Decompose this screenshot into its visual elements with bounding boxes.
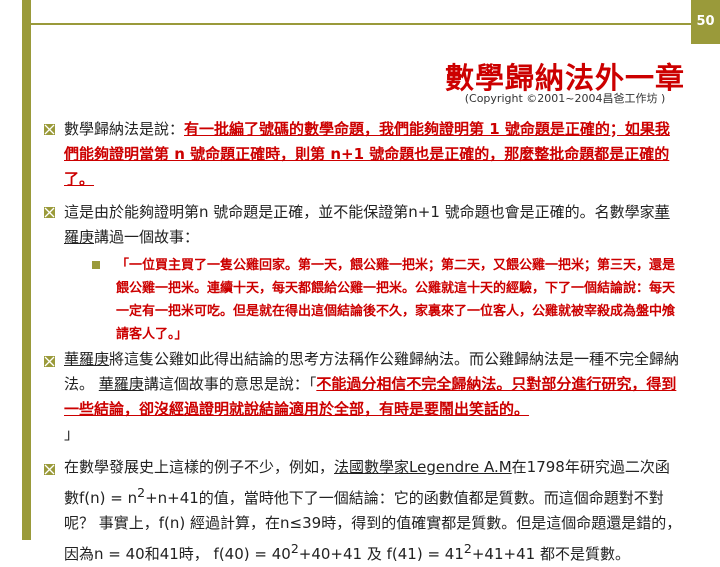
square-bullet-icon: [92, 261, 100, 269]
bullet-2-text: 這是由於能夠證明第n 號命題是正確，並不能保證第n+1 號命題也會是正確的。名數…: [64, 200, 684, 250]
left-accent-bar: [22, 0, 31, 540]
diamond-bullet-icon: [44, 356, 55, 367]
bullet-4-lead: 在數學發展史上這樣的例子不少，例如，: [64, 458, 335, 476]
bullet-3-mid: 講這個故事的意思是說：「: [143, 375, 317, 393]
bullet-4-body-2: +40+41 及 f(41) = 41: [298, 545, 464, 563]
name-hua-luogeng-2: 華羅庚: [98, 375, 144, 393]
bullet-4-text: 在數學發展史上這樣的例子不少，例如，法國數學家Legendre A.M在1798…: [64, 455, 684, 567]
superscript: 2: [137, 485, 146, 500]
bullet-1-lead: 數學歸納法是說：: [64, 120, 185, 138]
story-text: 「一位買主買了一隻公雞回家。第一天，餵公雞一把米；第二天，又餵公雞一把米；第三天…: [116, 258, 676, 342]
bullet-1-text: 數學歸納法是說：有一批編了號碼的數學命題，我們能夠證明第 1 號命題是正確的；如…: [64, 117, 684, 192]
diamond-bullet-icon: [44, 464, 55, 475]
bullet-3-text: 華羅庚將這隻公雞如此得出結論的思考方法稱作公雞歸納法。而公雞歸納法是一種不完全歸…: [64, 347, 684, 447]
top-rule: [22, 23, 691, 25]
bullet-2-tail: 講過一個故事：: [94, 228, 200, 246]
bullet-2-lead: 這是由於能夠證明第n 號命題是正確，並不能保證第n+1 號命題也會是正確的。名數…: [64, 203, 655, 221]
bullet-3-close: 」: [64, 425, 80, 443]
superscript-3: 2: [463, 541, 472, 556]
superscript-2: 2: [290, 541, 299, 556]
diamond-bullet-icon: [44, 124, 55, 135]
copyright-line: (Copyright ©2001~2004昌爸工作坊 ): [464, 92, 666, 105]
bullet-4-tail: +41+41 都不是質數。: [471, 545, 630, 563]
diamond-bullet-icon: [44, 207, 55, 218]
legendre-reference: 法國數學家Legendre A.M: [334, 458, 512, 476]
page-number: 50: [691, 0, 720, 44]
name-hua-luogeng: 華羅庚: [64, 350, 110, 368]
